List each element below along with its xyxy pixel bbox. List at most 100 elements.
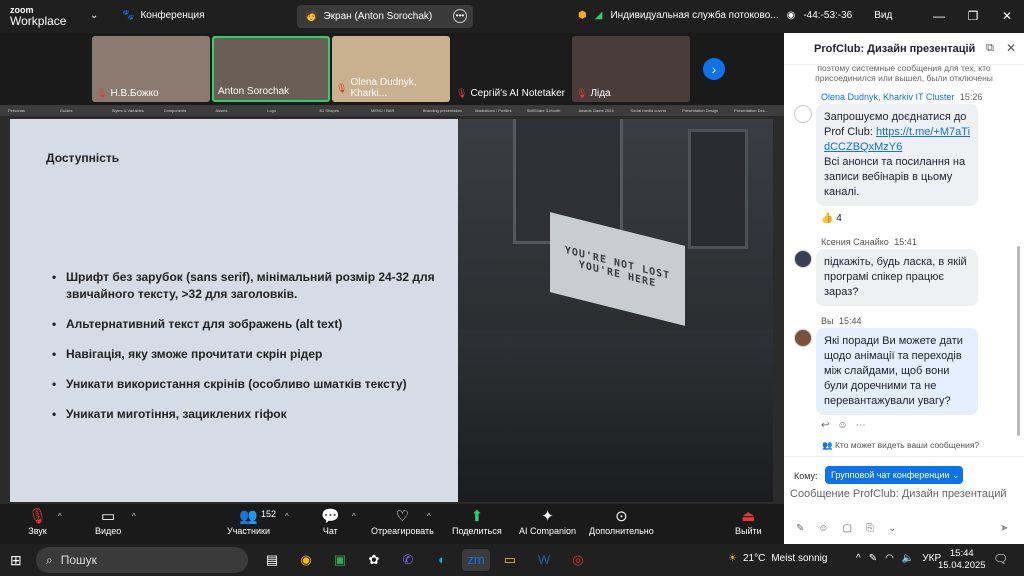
message-actions: ↩ ☺ ⋯: [821, 420, 866, 431]
browser-tab[interactable]: Assets: [215, 105, 265, 116]
participant-tile[interactable]: 🎙 Сергій's AI Notetaker: [452, 36, 570, 102]
task-view-icon[interactable]: ▤: [258, 549, 286, 571]
format-icon[interactable]: ✎: [796, 523, 804, 534]
chevron-up-icon[interactable]: ^: [856, 553, 861, 564]
edge-icon[interactable]: ◐: [428, 549, 456, 571]
recipient-dropdown[interactable]: Групповой чат конференции ⌄: [825, 466, 963, 484]
meet-icon[interactable]: ▣: [326, 549, 354, 571]
browser-tab[interactable]: 3D Shapes: [319, 105, 369, 116]
pop-out-icon[interactable]: ⧉: [986, 42, 994, 55]
viber-icon[interactable]: ✆: [394, 549, 422, 571]
weather-temp: 21°C: [742, 553, 766, 564]
audio-button[interactable]: 🎙 Звук: [28, 508, 47, 536]
ai-label: AI Companion: [519, 526, 577, 536]
chrome-icon[interactable]: ◉: [292, 549, 320, 571]
who-can-see-label: Кто может видеть ваши сообщения?: [834, 440, 980, 450]
next-page-icon[interactable]: ›: [703, 58, 725, 80]
chat-button[interactable]: 💬 Чат: [321, 508, 340, 536]
video-label: Видео: [95, 526, 122, 536]
react-options-caret-icon[interactable]: ^: [427, 512, 431, 521]
browser-tab[interactable]: Social media covers: [630, 105, 680, 116]
clock-time: 15:44: [949, 548, 974, 559]
slide-bullet-list: Шрифт без зарубок (sans serif), мінімаль…: [52, 269, 452, 436]
share-button[interactable]: ⬆ Поделиться: [452, 508, 502, 536]
windows-start-icon[interactable]: ⊞: [10, 552, 22, 569]
who-can-see-link[interactable]: 👥 Кто может видеть ваши сообщения?: [822, 440, 979, 451]
restore-icon[interactable]: ❐: [956, 0, 990, 33]
participants-options-caret-icon[interactable]: ^: [285, 512, 289, 521]
minimize-icon[interactable]: —: [922, 0, 956, 33]
taskbar-clock[interactable]: 15:44 15.04.2025: [938, 548, 986, 572]
emoji-react-icon[interactable]: ☺: [837, 420, 847, 431]
chat-options-caret-icon[interactable]: ^: [352, 512, 356, 521]
reaction-badge[interactable]: 👍 4: [821, 213, 842, 224]
word-icon[interactable]: W: [530, 549, 558, 571]
sun-icon: ☀: [728, 553, 737, 564]
shield-icon[interactable]: ⬢: [578, 10, 587, 21]
browser-tab[interactable]: Logo: [267, 105, 317, 116]
browser-tab[interactable]: Components: [164, 105, 214, 116]
slide-bullet: Альтернативний текст для зображень (alt …: [52, 316, 452, 333]
react-button[interactable]: ♡ Отреагировать: [371, 508, 434, 536]
video-options-caret-icon[interactable]: ^: [132, 512, 136, 521]
participant-tile[interactable]: 🎙 Ліда: [572, 36, 690, 102]
chat-message: Які поради Ви можете дати щодо анімації …: [816, 328, 978, 415]
chat-message-input[interactable]: Сообщение ProfClub: Дизайн презентаций: [790, 488, 1018, 500]
service-label[interactable]: Индивидуальная служба потоково...: [610, 10, 778, 21]
ai-companion-button[interactable]: ✦ AI Companion: [519, 508, 576, 536]
chat-bubble-icon: 💬: [321, 508, 340, 525]
browser-tab[interactable]: Presentation Des...: [734, 105, 784, 116]
chevron-down-icon[interactable]: ⌄: [90, 10, 98, 21]
more-icon[interactable]: ⋯: [856, 420, 866, 431]
close-icon[interactable]: ✕: [990, 0, 1024, 33]
browser-tab[interactable]: Presentation Design: [682, 105, 732, 116]
slide-bullet: Навігація, яку зможе прочитати скрін рід…: [52, 346, 452, 363]
browser-tab[interactable]: Personas: [8, 105, 58, 116]
weather-widget[interactable]: ☀ 21°C Meist sonnig: [728, 553, 827, 564]
reply-icon[interactable]: ↩: [821, 420, 829, 431]
volume-icon[interactable]: 🔈: [902, 553, 914, 564]
browser-tab[interactable]: MENU / BAR: [371, 105, 421, 116]
browser-tab[interactable]: Branding presentation: [423, 105, 473, 116]
chat-scrollbar[interactable]: [1017, 246, 1020, 436]
slide-title: Доступність: [46, 151, 120, 165]
recorder-icon[interactable]: ◎: [564, 549, 592, 571]
leave-button[interactable]: ⏏ Выйти: [735, 508, 762, 536]
message-time: 15:41: [894, 237, 917, 247]
browser-tab[interactable]: Illustrations / Profiles: [475, 105, 525, 116]
browser-tab[interactable]: Styles & Variables: [112, 105, 162, 116]
avatar: [794, 105, 812, 123]
shared-screen: Personas Guides Styles & Variables Componen…: [0, 105, 784, 504]
chevron-down-icon[interactable]: ⌄: [888, 523, 896, 534]
more-options-icon[interactable]: •••: [453, 9, 467, 23]
browser-tab[interactable]: Guides: [60, 105, 110, 116]
browser-tab[interactable]: SkillShare 3-Month: [527, 105, 577, 116]
video-button[interactable]: ▭ Видео: [95, 508, 121, 536]
notification-icon[interactable]: 🗨: [993, 552, 1008, 566]
wifi-icon[interactable]: ◠: [885, 553, 894, 564]
message-text: Всі анонси та посилання на записи вебіна…: [824, 156, 966, 198]
participant-tile-active-speaker[interactable]: Anton Sorochak: [212, 36, 330, 102]
file-icon[interactable]: ▢: [843, 523, 852, 534]
audio-options-caret-icon[interactable]: ^: [58, 512, 62, 521]
taskbar-search[interactable]: ⌕ Пошук: [36, 547, 248, 573]
zoom-icon[interactable]: zm: [462, 549, 490, 571]
view-button[interactable]: Вид: [874, 10, 892, 21]
more-button[interactable]: ⊙ Дополнительно: [589, 508, 654, 536]
screenshot-icon[interactable]: ⎘: [866, 523, 874, 534]
chat-panel: ProfClub: Дизайн презентацій ⧉ ✕ поэтому…: [784, 33, 1024, 544]
screen-share-indicator[interactable]: 🧑 Экран (Anton Sorochak) •••: [297, 5, 473, 28]
participant-tile[interactable]: 🎙 Н.В.Божко: [92, 36, 210, 102]
slide-bullet: Уникати використання скрінів (особливо ш…: [52, 376, 452, 393]
cleaner-icon[interactable]: ✿: [360, 549, 388, 571]
close-icon[interactable]: ✕: [1006, 41, 1016, 55]
send-icon[interactable]: ➤: [1000, 523, 1008, 534]
pen-icon[interactable]: ✎: [869, 553, 877, 564]
browser-tab-strip: Personas Guides Styles & Variables Componen…: [0, 105, 784, 116]
browser-tab[interactable]: Awards Game 2024: [578, 105, 628, 116]
conference-menu[interactable]: 🐾 Конференция: [122, 10, 205, 21]
chat-title: ProfClub: Дизайн презентацій: [814, 43, 976, 55]
emoji-icon[interactable]: ☺: [818, 523, 828, 534]
file-explorer-icon[interactable]: ▭: [496, 549, 524, 571]
participant-tile[interactable]: 🎙 Olena Dudnyk, Kharki...: [332, 36, 450, 102]
